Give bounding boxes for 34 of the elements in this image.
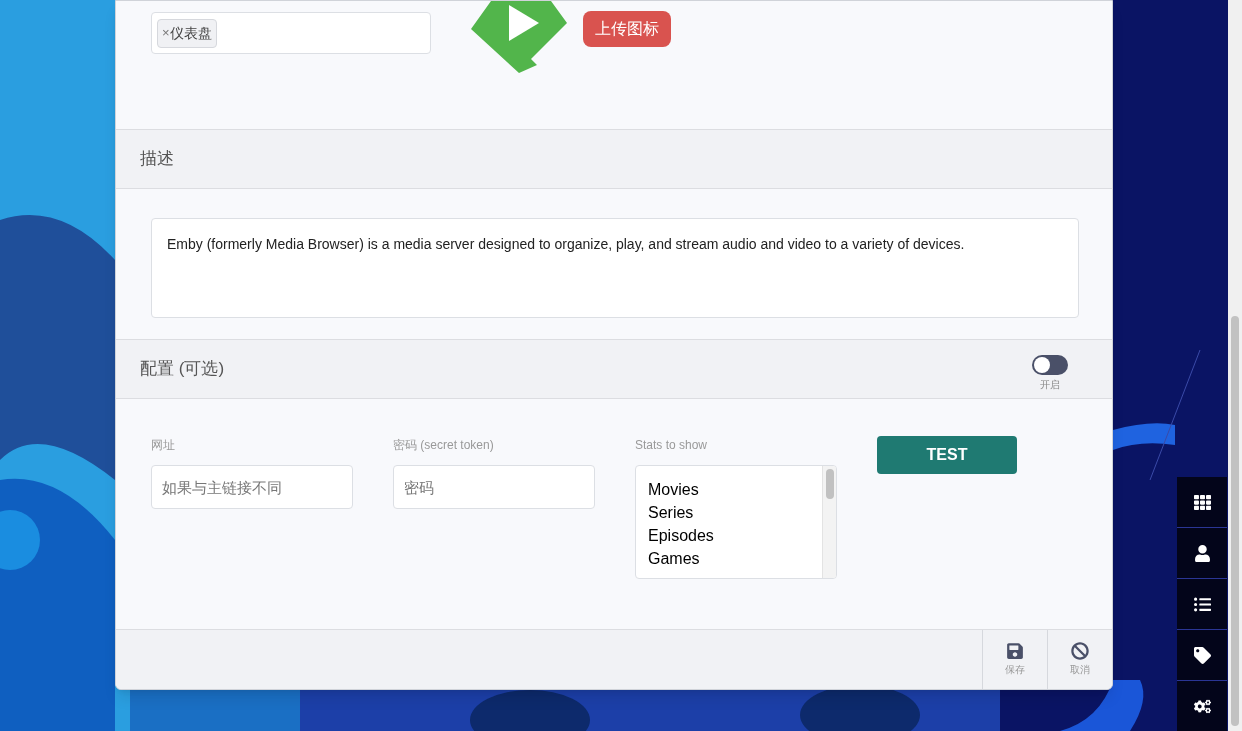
scrollbar-thumb[interactable] xyxy=(825,469,834,499)
cancel-icon xyxy=(1071,642,1089,660)
user-icon xyxy=(1193,544,1211,562)
test-button[interactable]: TEST xyxy=(877,436,1017,474)
url-field[interactable]: 如果与主链接不同 xyxy=(151,465,353,509)
sidebar-button[interactable] xyxy=(1177,681,1227,731)
stats-listbox[interactable]: Movies Series Episodes Games xyxy=(635,465,837,579)
list-option[interactable]: Episodes xyxy=(648,524,714,547)
toggle-label: 开启 xyxy=(1040,377,1060,392)
list-option[interactable]: Movies xyxy=(648,478,699,501)
tag-icon xyxy=(1193,646,1211,664)
description-field[interactable]: Emby (formerly Media Browser) is a media server designed to organize, play, and stream audio and video to a variety of devices. xyxy=(151,218,1079,318)
upload-icon-button[interactable]: 上传图标 xyxy=(583,11,671,47)
field-label: 密码 (secret token) xyxy=(393,437,495,454)
scrollbar[interactable] xyxy=(822,466,836,578)
list-option[interactable]: Games xyxy=(648,547,700,570)
save-icon xyxy=(1006,642,1024,660)
sidebar-button[interactable] xyxy=(1177,630,1227,681)
section-heading: 配置 (可选) xyxy=(140,358,225,381)
sidebar-button[interactable] xyxy=(1177,477,1227,528)
remove-tag-button[interactable]: × xyxy=(162,23,170,43)
password-field[interactable]: 密码 xyxy=(393,465,595,509)
tags-field[interactable]: ×仪表盘 xyxy=(151,12,431,54)
sidebar-button[interactable] xyxy=(1177,579,1227,630)
toggle-switch[interactable] xyxy=(1032,354,1068,375)
sidebar-button[interactable] xyxy=(1177,528,1227,579)
section-heading: 描述 xyxy=(140,148,174,171)
field-label: Stats to show xyxy=(635,437,709,454)
list-icon xyxy=(1193,595,1211,613)
tag-label: 仪表盘 xyxy=(169,23,212,43)
list-option[interactable]: Series xyxy=(648,501,694,524)
field-label: 网址 xyxy=(151,437,176,454)
settings-icon xyxy=(1193,697,1211,715)
grid-icon xyxy=(1193,493,1211,511)
